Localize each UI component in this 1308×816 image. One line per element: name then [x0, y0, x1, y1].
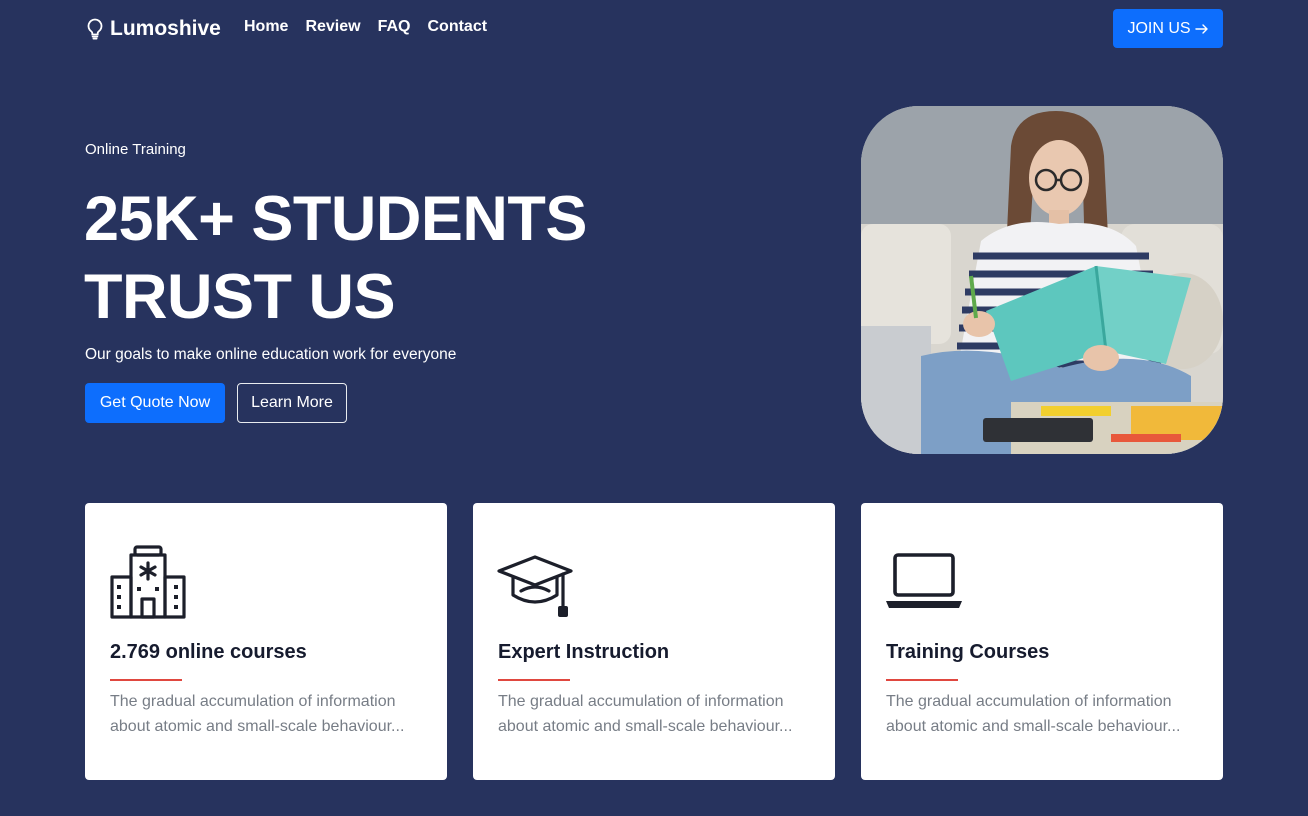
feature-description: The gradual accumulation of information …: [886, 693, 1181, 735]
title-divider: [498, 679, 570, 681]
hero-subline: Our goals to make online education work …: [85, 346, 457, 363]
get-quote-button[interactable]: Get Quote Now: [85, 383, 225, 423]
nav-links: Home Review FAQ Contact: [244, 18, 487, 36]
join-us-label: JOIN US: [1127, 19, 1191, 37]
hero-headline-line-1: 25K+ STUDENTS: [84, 184, 587, 254]
brand-name: Lumoshive: [110, 17, 221, 40]
arrow-right-icon: [1194, 23, 1208, 34]
title-divider: [110, 679, 182, 681]
brand-logo[interactable]: Lumoshive: [86, 15, 221, 43]
laptop-icon: [886, 553, 962, 608]
navbar: Lumoshive Home Review FAQ Contact JOIN U…: [0, 0, 1308, 56]
join-us-button[interactable]: JOIN US: [1113, 9, 1223, 48]
feature-card-online-courses: 2.769 online courses The gradual accumul…: [85, 503, 447, 780]
landing-page: Lumoshive Home Review FAQ Contact JOIN U…: [0, 0, 1308, 816]
nav-link-contact[interactable]: Contact: [427, 18, 487, 36]
feature-title: Training Courses: [886, 641, 1050, 663]
building-icon: [110, 545, 186, 619]
nav-link-home[interactable]: Home: [244, 18, 288, 36]
feature-description: The gradual accumulation of information …: [110, 693, 405, 735]
feature-card-training-courses: Training Courses The gradual accumulatio…: [861, 503, 1223, 780]
hero-student-photo: [861, 106, 1223, 454]
graduation-cap-icon: [497, 555, 573, 617]
nav-link-review[interactable]: Review: [305, 18, 360, 36]
feature-description: The gradual accumulation of information …: [498, 693, 793, 735]
feature-title: Expert Instruction: [498, 641, 670, 663]
hero-headline-line-2: TRUST US: [84, 262, 396, 332]
title-divider: [886, 679, 958, 681]
nav-link-faq[interactable]: FAQ: [378, 18, 411, 36]
feature-card-expert-instruction: Expert Instruction The gradual accumulat…: [473, 503, 835, 780]
hero-headline: 25K+ STUDENTS TRUST US: [84, 180, 704, 336]
lightbulb-icon: [87, 18, 103, 40]
learn-more-button[interactable]: Learn More: [237, 383, 347, 423]
feature-title: 2.769 online courses: [110, 641, 307, 663]
hero-eyebrow: Online Training: [85, 141, 186, 158]
